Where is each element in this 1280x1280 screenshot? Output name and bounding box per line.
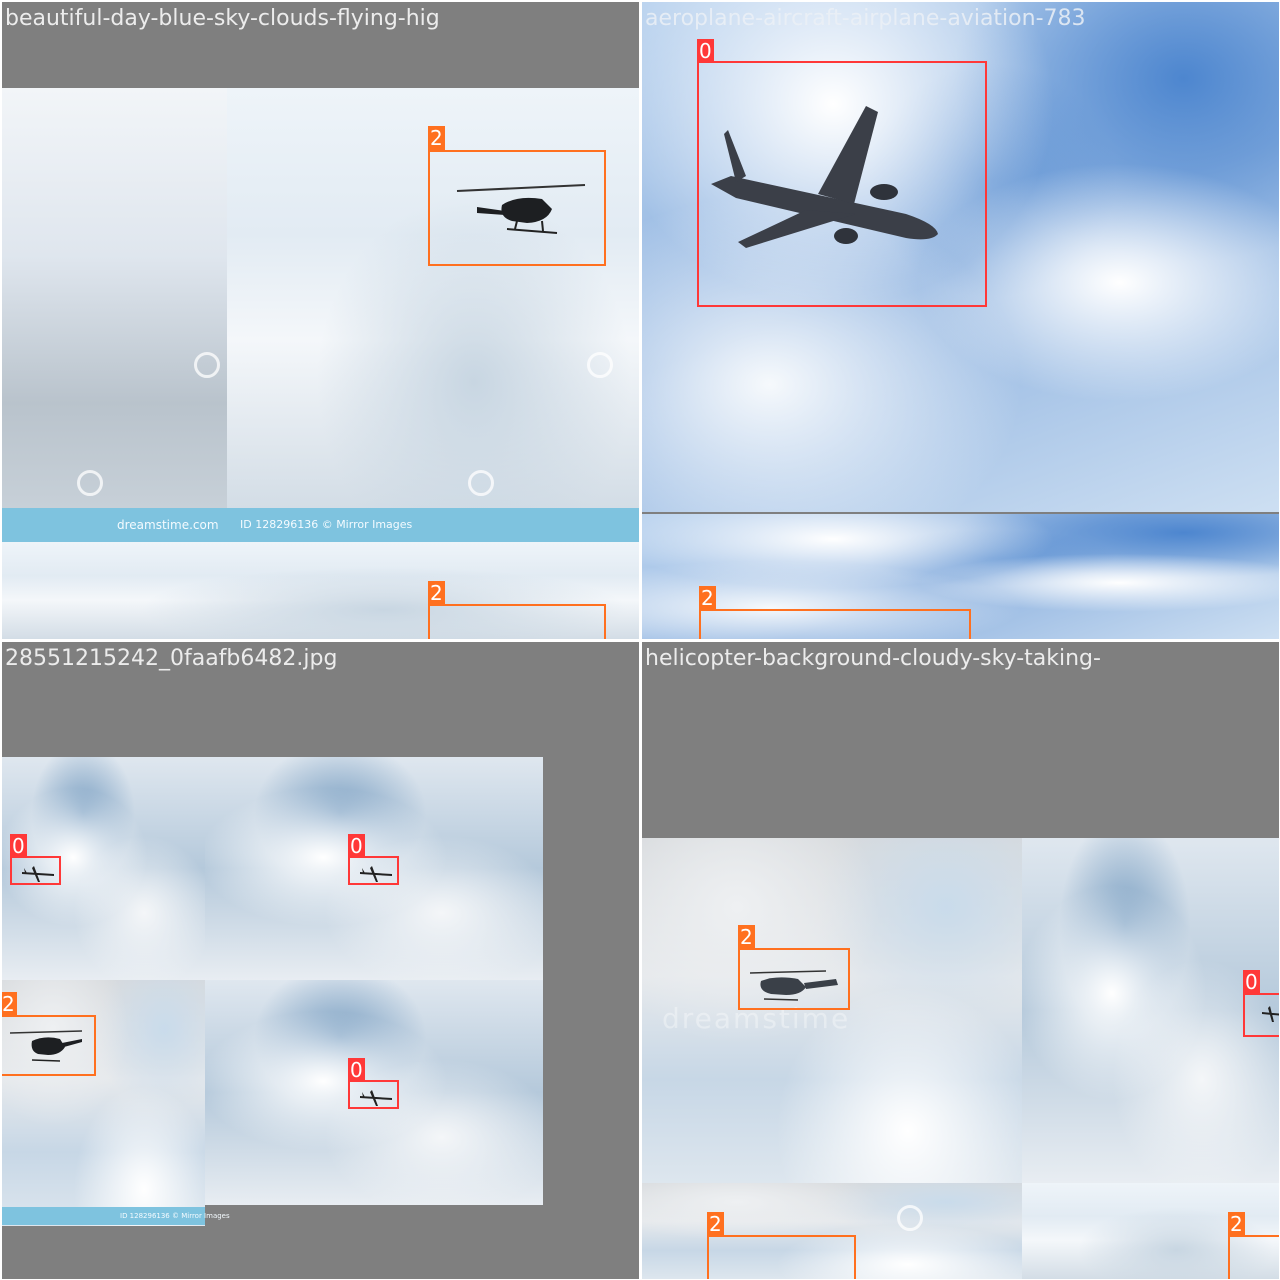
detection-box-helicopter bbox=[428, 150, 606, 266]
detection-box-airplane bbox=[10, 856, 61, 885]
sky-photo bbox=[1022, 838, 1279, 1183]
detection-label: 2 bbox=[428, 126, 445, 150]
tile-title: helicopter-background-cloudy-sky-taking- bbox=[645, 646, 1101, 671]
watermark-text: ID 128296136 © Mirror Images bbox=[240, 518, 413, 531]
watermark-band: ID 128296136 © Mirror Images bbox=[2, 1207, 230, 1225]
detection-box-helicopter bbox=[2, 1015, 96, 1076]
watermark-brand: dreamstime.com bbox=[117, 518, 219, 532]
mosaic-tile-1: beautiful-day-blue-sky-clouds-flying-hig… bbox=[2, 2, 639, 639]
detection-box-helicopter bbox=[1228, 1235, 1279, 1279]
dreamstime-logo-icon bbox=[77, 470, 103, 496]
watermark-text: ID 128296136 © Mirror Images bbox=[120, 1212, 230, 1220]
detection-box-helicopter bbox=[707, 1235, 856, 1279]
mosaic-tile-4: helicopter-background-cloudy-sky-taking-… bbox=[642, 642, 1279, 1279]
tile-title: aeroplane-aircraft-airplane-aviation-783 bbox=[645, 6, 1086, 31]
detection-label: 2 bbox=[699, 586, 716, 610]
detection-label: 2 bbox=[2, 992, 17, 1016]
detection-box-helicopter bbox=[699, 609, 971, 639]
detection-label: 0 bbox=[348, 834, 365, 858]
detection-label: 0 bbox=[1243, 970, 1260, 994]
detection-box-helicopter bbox=[738, 948, 850, 1010]
detection-box-airplane bbox=[697, 61, 987, 307]
mosaic-tile-2: aeroplane-aircraft-airplane-aviation-783… bbox=[642, 2, 1279, 639]
detection-label: 2 bbox=[707, 1212, 724, 1236]
watermark-band: dreamstime.com ID 128296136 © Mirror Ima… bbox=[2, 508, 639, 542]
detection-label: 2 bbox=[428, 581, 445, 605]
dreamstime-logo-icon bbox=[468, 470, 494, 496]
detection-label: 0 bbox=[697, 39, 714, 63]
detection-label: 0 bbox=[348, 1058, 365, 1082]
detection-label: 2 bbox=[1228, 1212, 1245, 1236]
dreamstime-logo-icon bbox=[897, 1205, 923, 1231]
detection-box-airplane bbox=[348, 1080, 399, 1109]
tile-title: beautiful-day-blue-sky-clouds-flying-hig bbox=[5, 6, 440, 31]
detection-box-airplane bbox=[1243, 993, 1279, 1037]
mosaic-tile-3: 28551215242_0faafb6482.jpg ID 128296136 … bbox=[2, 642, 639, 1279]
tile-title: 28551215242_0faafb6482.jpg bbox=[5, 646, 338, 671]
detection-box-helicopter bbox=[428, 604, 606, 639]
detection-label: 2 bbox=[738, 925, 755, 949]
detection-label: 0 bbox=[10, 834, 27, 858]
dreamstime-logo-icon bbox=[587, 352, 613, 378]
detection-box-airplane bbox=[348, 856, 399, 885]
dreamstime-logo-icon bbox=[194, 352, 220, 378]
cloud-photo-left bbox=[2, 88, 227, 508]
